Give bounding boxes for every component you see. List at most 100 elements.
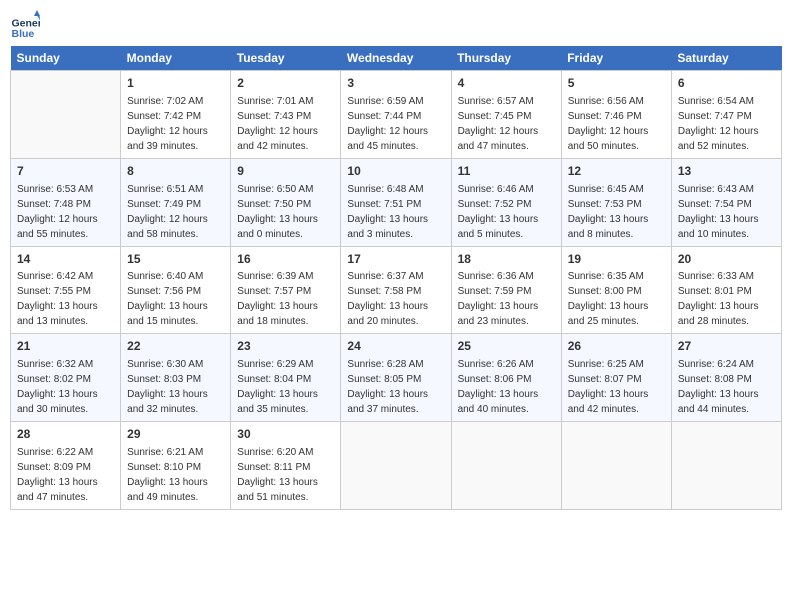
calendar-cell: 12Sunrise: 6:45 AM Sunset: 7:53 PM Dayli… xyxy=(561,158,671,246)
calendar-cell: 8Sunrise: 6:51 AM Sunset: 7:49 PM Daylig… xyxy=(121,158,231,246)
calendar-cell: 18 Sunrise: 6:36 AM Sunset: 7:59 PM Dayli… xyxy=(451,246,561,334)
calendar-header: SundayMondayTuesdayWednesdayThursdayFrid… xyxy=(11,46,782,71)
calendar-cell: 16 Sunrise: 6:39 AM Sunset: 7:57 PM Dayli… xyxy=(231,246,341,334)
weekday-header-saturday: Saturday xyxy=(671,46,781,71)
day-number: 9 xyxy=(237,163,334,180)
day-number: 4 xyxy=(458,75,555,92)
day-number: 5 xyxy=(568,75,665,92)
calendar-cell: 23Sunrise: 6:29 AM Sunset: 8:04 PM Dayli… xyxy=(231,334,341,422)
day-number: 8 xyxy=(127,163,224,180)
day-number: 14 xyxy=(17,251,114,268)
day-number: 16 xyxy=(237,251,334,268)
day-info: Sunrise: 6:25 AM Sunset: 8:07 PM Dayligh… xyxy=(568,359,649,415)
day-info: Sunrise: 6:40 AM Sunset: 7:56 PM Dayligh… xyxy=(127,271,208,327)
day-info: Sunrise: 6:50 AM Sunset: 7:50 PM Dayligh… xyxy=(237,184,318,240)
week-row-2: 7 Sunrise: 6:53 AM Sunset: 7:48 PM Daylig… xyxy=(11,158,782,246)
week-row-4: 21Sunrise: 6:32 AM Sunset: 8:02 PM Dayli… xyxy=(11,334,782,422)
calendar-cell xyxy=(561,422,671,510)
calendar-cell xyxy=(451,422,561,510)
calendar-cell: 13 Sunrise: 6:43 AM Sunset: 7:54 PM Dayli… xyxy=(671,158,781,246)
day-number: 29 xyxy=(127,426,224,443)
calendar-cell: 24 Sunrise: 6:28 AM Sunset: 8:05 PM Dayli… xyxy=(341,334,451,422)
day-number: 19 xyxy=(568,251,665,268)
calendar-table: SundayMondayTuesdayWednesdayThursdayFrid… xyxy=(10,46,782,510)
calendar-cell: 5 Sunrise: 6:56 AM Sunset: 7:46 PM Daylig… xyxy=(561,71,671,159)
calendar-cell: 26 Sunrise: 6:25 AM Sunset: 8:07 PM Dayli… xyxy=(561,334,671,422)
day-info: Sunrise: 6:43 AM Sunset: 7:54 PM Dayligh… xyxy=(678,184,759,240)
page-header: General Blue xyxy=(10,10,782,40)
svg-text:Blue: Blue xyxy=(12,28,35,40)
day-info: Sunrise: 6:29 AM Sunset: 8:04 PM Dayligh… xyxy=(237,359,318,415)
week-row-5: 28Sunrise: 6:22 AM Sunset: 8:09 PM Dayli… xyxy=(11,422,782,510)
calendar-body: 1Sunrise: 7:02 AM Sunset: 7:42 PM Daylig… xyxy=(11,71,782,510)
day-info: Sunrise: 6:36 AM Sunset: 7:59 PM Dayligh… xyxy=(458,271,539,327)
day-info: Sunrise: 6:54 AM Sunset: 7:47 PM Dayligh… xyxy=(678,96,759,152)
day-number: 18 xyxy=(458,251,555,268)
day-info: Sunrise: 6:28 AM Sunset: 8:05 PM Dayligh… xyxy=(347,359,428,415)
calendar-cell: 1Sunrise: 7:02 AM Sunset: 7:42 PM Daylig… xyxy=(121,71,231,159)
day-info: Sunrise: 6:45 AM Sunset: 7:53 PM Dayligh… xyxy=(568,184,649,240)
day-number: 26 xyxy=(568,338,665,355)
day-number: 25 xyxy=(458,338,555,355)
day-info: Sunrise: 6:59 AM Sunset: 7:44 PM Dayligh… xyxy=(347,96,428,152)
day-info: Sunrise: 7:02 AM Sunset: 7:42 PM Dayligh… xyxy=(127,96,208,152)
day-number: 13 xyxy=(678,163,775,180)
day-number: 24 xyxy=(347,338,444,355)
day-info: Sunrise: 6:57 AM Sunset: 7:45 PM Dayligh… xyxy=(458,96,539,152)
logo-icon: General Blue xyxy=(10,10,40,40)
day-info: Sunrise: 6:37 AM Sunset: 7:58 PM Dayligh… xyxy=(347,271,428,327)
day-number: 22 xyxy=(127,338,224,355)
calendar-cell: 27Sunrise: 6:24 AM Sunset: 8:08 PM Dayli… xyxy=(671,334,781,422)
calendar-cell: 25 Sunrise: 6:26 AM Sunset: 8:06 PM Dayli… xyxy=(451,334,561,422)
calendar-cell: 11 Sunrise: 6:46 AM Sunset: 7:52 PM Dayli… xyxy=(451,158,561,246)
calendar-cell: 22 Sunrise: 6:30 AM Sunset: 8:03 PM Dayli… xyxy=(121,334,231,422)
day-number: 6 xyxy=(678,75,775,92)
day-info: Sunrise: 6:56 AM Sunset: 7:46 PM Dayligh… xyxy=(568,96,649,152)
day-number: 3 xyxy=(347,75,444,92)
day-info: Sunrise: 6:42 AM Sunset: 7:55 PM Dayligh… xyxy=(17,271,98,327)
weekday-header-sunday: Sunday xyxy=(11,46,121,71)
week-row-3: 14 Sunrise: 6:42 AM Sunset: 7:55 PM Dayli… xyxy=(11,246,782,334)
day-info: Sunrise: 6:35 AM Sunset: 8:00 PM Dayligh… xyxy=(568,271,649,327)
weekday-header-monday: Monday xyxy=(121,46,231,71)
logo: General Blue xyxy=(10,10,42,40)
calendar-cell: 28Sunrise: 6:22 AM Sunset: 8:09 PM Dayli… xyxy=(11,422,121,510)
calendar-cell: 4 Sunrise: 6:57 AM Sunset: 7:45 PM Daylig… xyxy=(451,71,561,159)
day-number: 30 xyxy=(237,426,334,443)
calendar-cell: 9 Sunrise: 6:50 AM Sunset: 7:50 PM Daylig… xyxy=(231,158,341,246)
day-number: 17 xyxy=(347,251,444,268)
calendar-cell: 2 Sunrise: 7:01 AM Sunset: 7:43 PM Daylig… xyxy=(231,71,341,159)
day-info: Sunrise: 6:30 AM Sunset: 8:03 PM Dayligh… xyxy=(127,359,208,415)
calendar-cell: 7 Sunrise: 6:53 AM Sunset: 7:48 PM Daylig… xyxy=(11,158,121,246)
weekday-header-friday: Friday xyxy=(561,46,671,71)
weekday-header-wednesday: Wednesday xyxy=(341,46,451,71)
day-number: 27 xyxy=(678,338,775,355)
day-info: Sunrise: 6:26 AM Sunset: 8:06 PM Dayligh… xyxy=(458,359,539,415)
calendar-cell: 29Sunrise: 6:21 AM Sunset: 8:10 PM Dayli… xyxy=(121,422,231,510)
calendar-cell xyxy=(671,422,781,510)
day-info: Sunrise: 6:39 AM Sunset: 7:57 PM Dayligh… xyxy=(237,271,318,327)
week-row-1: 1Sunrise: 7:02 AM Sunset: 7:42 PM Daylig… xyxy=(11,71,782,159)
weekday-header-thursday: Thursday xyxy=(451,46,561,71)
header-row: SundayMondayTuesdayWednesdayThursdayFrid… xyxy=(11,46,782,71)
calendar-cell xyxy=(11,71,121,159)
calendar-cell: 30 Sunrise: 6:20 AM Sunset: 8:11 PM Dayli… xyxy=(231,422,341,510)
calendar-cell: 20 Sunrise: 6:33 AM Sunset: 8:01 PM Dayli… xyxy=(671,246,781,334)
day-info: Sunrise: 6:33 AM Sunset: 8:01 PM Dayligh… xyxy=(678,271,759,327)
day-number: 2 xyxy=(237,75,334,92)
day-number: 20 xyxy=(678,251,775,268)
day-info: Sunrise: 6:46 AM Sunset: 7:52 PM Dayligh… xyxy=(458,184,539,240)
calendar-cell: 15 Sunrise: 6:40 AM Sunset: 7:56 PM Dayli… xyxy=(121,246,231,334)
day-number: 11 xyxy=(458,163,555,180)
day-number: 28 xyxy=(17,426,114,443)
calendar-cell: 6 Sunrise: 6:54 AM Sunset: 7:47 PM Daylig… xyxy=(671,71,781,159)
day-info: Sunrise: 6:20 AM Sunset: 8:11 PM Dayligh… xyxy=(237,447,318,503)
day-info: Sunrise: 7:01 AM Sunset: 7:43 PM Dayligh… xyxy=(237,96,318,152)
day-info: Sunrise: 6:53 AM Sunset: 7:48 PM Dayligh… xyxy=(17,184,98,240)
day-number: 7 xyxy=(17,163,114,180)
day-number: 10 xyxy=(347,163,444,180)
calendar-cell: 10 Sunrise: 6:48 AM Sunset: 7:51 PM Dayli… xyxy=(341,158,451,246)
calendar-cell: 19 Sunrise: 6:35 AM Sunset: 8:00 PM Dayli… xyxy=(561,246,671,334)
day-info: Sunrise: 6:48 AM Sunset: 7:51 PM Dayligh… xyxy=(347,184,428,240)
day-number: 15 xyxy=(127,251,224,268)
